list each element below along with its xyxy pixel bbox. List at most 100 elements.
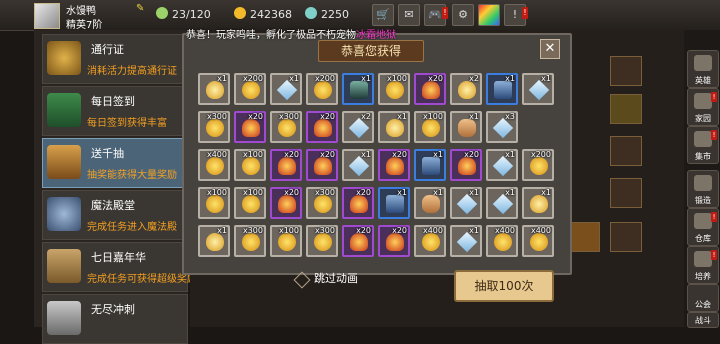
- reward-slot[interactable]: x1: [378, 187, 410, 219]
- reward-slot[interactable]: x1: [450, 111, 482, 143]
- reward-quantity: x20: [284, 150, 299, 159]
- fire-orb-icon: [350, 195, 368, 213]
- nav-warehouse[interactable]: 仓库!: [687, 208, 719, 246]
- nav-home[interactable]: 家园!: [687, 88, 719, 126]
- reward-slot[interactable]: x300: [234, 225, 266, 257]
- alert-icon[interactable]: !!: [504, 4, 528, 26]
- nav-label: 仓库: [695, 234, 711, 243]
- reward-slot[interactable]: x1: [486, 149, 518, 181]
- reward-slot[interactable]: x3: [486, 111, 518, 143]
- reward-slot[interactable]: x1: [414, 187, 446, 219]
- reward-slot[interactable]: x1: [414, 149, 446, 181]
- menu-item-desc: 每日签到获得丰富: [87, 118, 167, 129]
- draw-100-button[interactable]: 抽取100次: [454, 270, 554, 302]
- menu-item-pass[interactable]: 通行证 消耗活力提高通行证: [42, 34, 188, 84]
- reward-slot[interactable]: x100: [198, 187, 230, 219]
- reward-slot[interactable]: x1: [198, 73, 230, 105]
- treasure-chest-icon: [47, 145, 81, 179]
- edit-icon[interactable]: ✎: [136, 3, 144, 14]
- reward-quantity: x1: [541, 188, 551, 197]
- reward-slot[interactable]: x20: [234, 111, 266, 143]
- nav-label: 锻造: [695, 196, 711, 205]
- reward-slot[interactable]: x20: [306, 149, 338, 181]
- reward-quantity: x300: [206, 112, 227, 121]
- reward-slot[interactable]: x400: [198, 149, 230, 181]
- reward-slot[interactable]: x400: [522, 225, 554, 257]
- reward-slot[interactable]: x20: [378, 225, 410, 257]
- reward-quantity: x100: [206, 188, 227, 197]
- mail-icon[interactable]: ✉: [398, 4, 420, 26]
- fire-orb-icon: [422, 81, 440, 99]
- bone-icon: [610, 136, 642, 166]
- reward-slot[interactable]: x20: [342, 187, 374, 219]
- shop-cart-icon[interactable]: 🛒: [372, 4, 394, 26]
- reward-slot[interactable]: x2: [342, 111, 374, 143]
- reward-slot[interactable]: x20: [270, 187, 302, 219]
- gear-icon[interactable]: ⚙: [452, 4, 474, 26]
- reward-slot[interactable]: x200: [234, 73, 266, 105]
- reward-quantity: x300: [242, 226, 263, 235]
- reward-slot[interactable]: x20: [414, 73, 446, 105]
- reward-slot[interactable]: x100: [234, 149, 266, 181]
- reward-slot[interactable]: x1: [450, 187, 482, 219]
- nav-battle[interactable]: 战斗: [687, 312, 719, 328]
- coin-icon: [278, 233, 296, 251]
- reward-slot[interactable]: x1: [378, 111, 410, 143]
- nav-hero[interactable]: 英雄: [687, 50, 719, 88]
- reward-slot[interactable]: x1: [522, 187, 554, 219]
- reward-slot[interactable]: x20: [306, 111, 338, 143]
- fire-orb-icon: [458, 157, 476, 175]
- reward-slot[interactable]: x200: [522, 149, 554, 181]
- reward-slot[interactable]: x1: [270, 73, 302, 105]
- market-icon: [694, 131, 712, 147]
- reward-slot[interactable]: x20: [450, 149, 482, 181]
- gem-icon: [305, 7, 317, 19]
- menu-item-endless[interactable]: 无尽冲刺: [42, 294, 188, 344]
- coin-icon: [278, 119, 296, 137]
- reward-slot[interactable]: x100: [234, 187, 266, 219]
- reward-slot[interactable]: x1: [342, 73, 374, 105]
- menu-item-free-draws[interactable]: 送千抽 抽奖能获得大量奖励: [42, 138, 188, 188]
- reward-slot[interactable]: x300: [306, 187, 338, 219]
- reward-slot[interactable]: x400: [414, 225, 446, 257]
- menu-item-daily-signin[interactable]: 每日签到 每日签到获得丰富: [42, 86, 188, 136]
- reward-slot[interactable]: x300: [306, 225, 338, 257]
- potion-icon: [610, 94, 642, 124]
- close-button[interactable]: ✕: [540, 39, 560, 59]
- reward-slot[interactable]: x1: [450, 225, 482, 257]
- reward-slot[interactable]: x100: [270, 225, 302, 257]
- nav-train[interactable]: 培养!: [687, 246, 719, 284]
- reward-slot[interactable]: x1: [486, 73, 518, 105]
- reward-slot[interactable]: x1: [198, 225, 230, 257]
- reward-slot[interactable]: x2: [450, 73, 482, 105]
- reward-slot[interactable]: x300: [270, 111, 302, 143]
- nav-forge[interactable]: 锻造: [687, 170, 719, 208]
- reward-slot[interactable]: x100: [414, 111, 446, 143]
- rainbow-icon[interactable]: [478, 4, 500, 26]
- reward-slot[interactable]: x400: [486, 225, 518, 257]
- nav-guild[interactable]: 公会: [687, 284, 719, 312]
- skip-animation-label[interactable]: 跳过动画: [314, 270, 358, 286]
- gamepad-icon[interactable]: 🎮!: [424, 4, 448, 26]
- reward-slot[interactable]: x20: [378, 149, 410, 181]
- reward-quantity: x100: [278, 226, 299, 235]
- fire-orb-icon: [350, 233, 368, 251]
- player-rank: 精英7阶: [66, 20, 103, 31]
- menu-item-magic-hall[interactable]: 魔法殿堂 完成任务进入魔法殿: [42, 190, 188, 240]
- reward-slot[interactable]: x1: [522, 73, 554, 105]
- reward-quantity: x400: [422, 226, 443, 235]
- reward-slot[interactable]: x20: [270, 149, 302, 181]
- menu-item-seven-day[interactable]: 七日嘉年华 完成任务可获得超级奖励: [42, 242, 197, 292]
- fire-orb-icon: [314, 119, 332, 137]
- reward-slot[interactable]: x1: [342, 149, 374, 181]
- nav-market[interactable]: 集市!: [687, 126, 719, 164]
- reward-slot[interactable]: x100: [378, 73, 410, 105]
- avatar[interactable]: [34, 3, 60, 29]
- reward-slot[interactable]: x20: [342, 225, 374, 257]
- reward-slot[interactable]: x300: [198, 111, 230, 143]
- nav-label: 家园: [695, 114, 711, 123]
- reward-slot[interactable]: x200: [306, 73, 338, 105]
- stamina-value: 23/120: [172, 8, 211, 21]
- reward-slot[interactable]: x1: [486, 187, 518, 219]
- anvil-icon: [694, 175, 712, 191]
